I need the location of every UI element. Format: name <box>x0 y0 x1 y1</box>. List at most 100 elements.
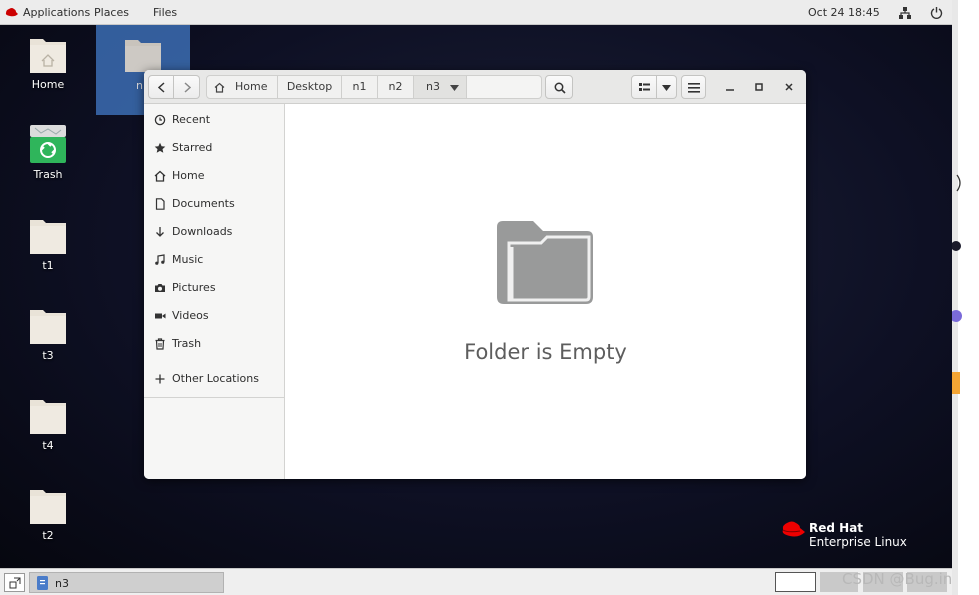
desktop-icon-t2[interactable]: t2 <box>0 484 96 542</box>
sidebar-item-label: Videos <box>172 309 209 322</box>
folder-view[interactable]: Folder is Empty <box>285 104 806 479</box>
sidebar-item-pictures[interactable]: Pictures <box>144 275 284 301</box>
clock[interactable]: Oct 24 18:45 <box>808 6 880 19</box>
sidebar-item-music[interactable]: Music <box>144 247 284 273</box>
breadcrumb-label: n1 <box>352 80 367 93</box>
taskbar-window-label: n3 <box>55 577 69 590</box>
sidebar-item-videos[interactable]: Videos <box>144 303 284 329</box>
sidebar-item-label: Downloads <box>172 225 233 238</box>
minimize-icon <box>726 89 734 91</box>
selected-item-label: n <box>136 79 143 92</box>
breadcrumb-n1[interactable]: n1 <box>342 75 378 99</box>
desktop-icon-t4[interactable]: t4 <box>0 394 96 452</box>
home-icon <box>214 82 225 93</box>
folder-icon <box>30 400 66 434</box>
applications-menu[interactable]: Applications <box>23 6 90 19</box>
sidebar-item-starred[interactable]: Starred <box>144 135 284 161</box>
desktop-icon-label: t1 <box>42 259 54 272</box>
desktop-icon-t1[interactable]: t1 <box>0 214 96 272</box>
camera-icon <box>155 284 165 292</box>
breadcrumb-label: n3 <box>426 80 440 93</box>
search-button[interactable] <box>545 75 573 99</box>
sidebar-item-label: Music <box>172 253 204 266</box>
maximize-button[interactable] <box>750 78 768 96</box>
sidebar-item-label: Starred <box>172 141 213 154</box>
maximize-icon <box>755 83 763 91</box>
breadcrumb-label: n2 <box>388 80 403 93</box>
show-desktop-icon <box>9 577 21 589</box>
plus-icon <box>155 374 165 384</box>
folder-icon <box>30 220 66 254</box>
files-app-menu[interactable]: Files <box>153 6 177 19</box>
desktop-icon-label: t4 <box>42 439 54 452</box>
sidebar-item-downloads[interactable]: Downloads <box>144 219 284 245</box>
power-icon[interactable] <box>930 6 943 19</box>
trash-icon <box>155 338 165 350</box>
show-desktop-button[interactable] <box>4 573 25 592</box>
taskbar-window-n3[interactable]: n3 <box>29 572 224 593</box>
music-icon <box>155 254 165 265</box>
clock-icon <box>154 114 166 126</box>
view-options-button[interactable] <box>657 75 677 99</box>
sidebar-separator <box>144 397 284 398</box>
breadcrumb-label: Home <box>235 80 268 93</box>
network-icon[interactable] <box>899 7 911 19</box>
adjacent-window-edge <box>950 0 979 595</box>
view-list-button[interactable] <box>631 75 657 99</box>
sidebar-item-recent[interactable]: Recent <box>144 107 284 133</box>
edge-artifacts-icon <box>950 0 962 595</box>
back-button[interactable] <box>148 75 174 99</box>
menu-button[interactable] <box>681 75 706 99</box>
download-icon <box>156 227 164 237</box>
breadcrumb-label: Desktop <box>286 80 333 93</box>
breadcrumb-n3[interactable]: n3 <box>414 75 467 99</box>
empty-folder-icon <box>497 221 593 304</box>
sidebar-item-label: Home <box>172 169 205 182</box>
top-panel: Applications Places Files Oct 24 18:45 <box>0 0 952 25</box>
desktop-icon-home[interactable]: Home <box>0 33 96 91</box>
header-bar: Home Desktop n1 n2 n3 <box>144 70 806 104</box>
sidebar-item-label: Documents <box>172 197 235 210</box>
document-icon <box>155 198 165 210</box>
brand-line-2: Enterprise Linux <box>809 535 907 549</box>
path-bar-empty-space[interactable] <box>467 75 542 99</box>
star-icon <box>154 142 166 153</box>
home-icon <box>154 170 166 182</box>
minimize-button[interactable] <box>721 78 739 96</box>
caret-down-icon <box>450 85 459 91</box>
folder-icon <box>30 490 66 524</box>
sidebar-item-documents[interactable]: Documents <box>144 191 284 217</box>
sidebar-item-label: Other Locations <box>172 372 259 385</box>
list-view-icon <box>639 83 650 91</box>
folder-icon <box>125 40 161 72</box>
breadcrumb-n2[interactable]: n2 <box>378 75 414 99</box>
brand-line-1: Red Hat <box>809 521 864 535</box>
sidebar-item-trash[interactable]: Trash <box>144 331 284 357</box>
sidebar-item-label: Pictures <box>172 281 216 294</box>
desktop-icon-trash[interactable]: Trash <box>0 123 96 181</box>
video-icon <box>155 313 166 319</box>
forward-button[interactable] <box>174 75 200 99</box>
workspace-1[interactable] <box>775 572 816 592</box>
watermark: CSDN @Bug.ink <box>842 570 961 588</box>
sidebar-item-home[interactable]: Home <box>144 163 284 189</box>
places-sidebar: Recent Starred Home Documents Downloads … <box>144 104 285 479</box>
desktop-icon-t3[interactable]: t3 <box>0 304 96 362</box>
redhat-hat-icon <box>782 521 805 537</box>
sidebar-item-label: Trash <box>172 337 202 350</box>
breadcrumb-home[interactable]: Home <box>206 75 278 99</box>
sidebar-item-other-locations[interactable]: Other Locations <box>144 366 284 392</box>
chevron-left-icon <box>157 82 165 93</box>
folder-icon <box>30 310 66 344</box>
close-button[interactable] <box>780 78 798 96</box>
places-menu[interactable]: Places <box>94 6 129 19</box>
desktop-icon-label: Trash <box>33 168 63 181</box>
search-icon <box>554 82 566 94</box>
breadcrumb-desktop[interactable]: Desktop <box>278 75 342 99</box>
trash-bin-icon <box>30 125 66 163</box>
redhat-logo-icon <box>5 8 18 17</box>
empty-folder-message: Folder is Empty <box>464 340 627 364</box>
hamburger-menu-icon <box>688 83 700 93</box>
desktop-icon-label: t2 <box>42 529 54 542</box>
close-icon <box>785 83 793 91</box>
